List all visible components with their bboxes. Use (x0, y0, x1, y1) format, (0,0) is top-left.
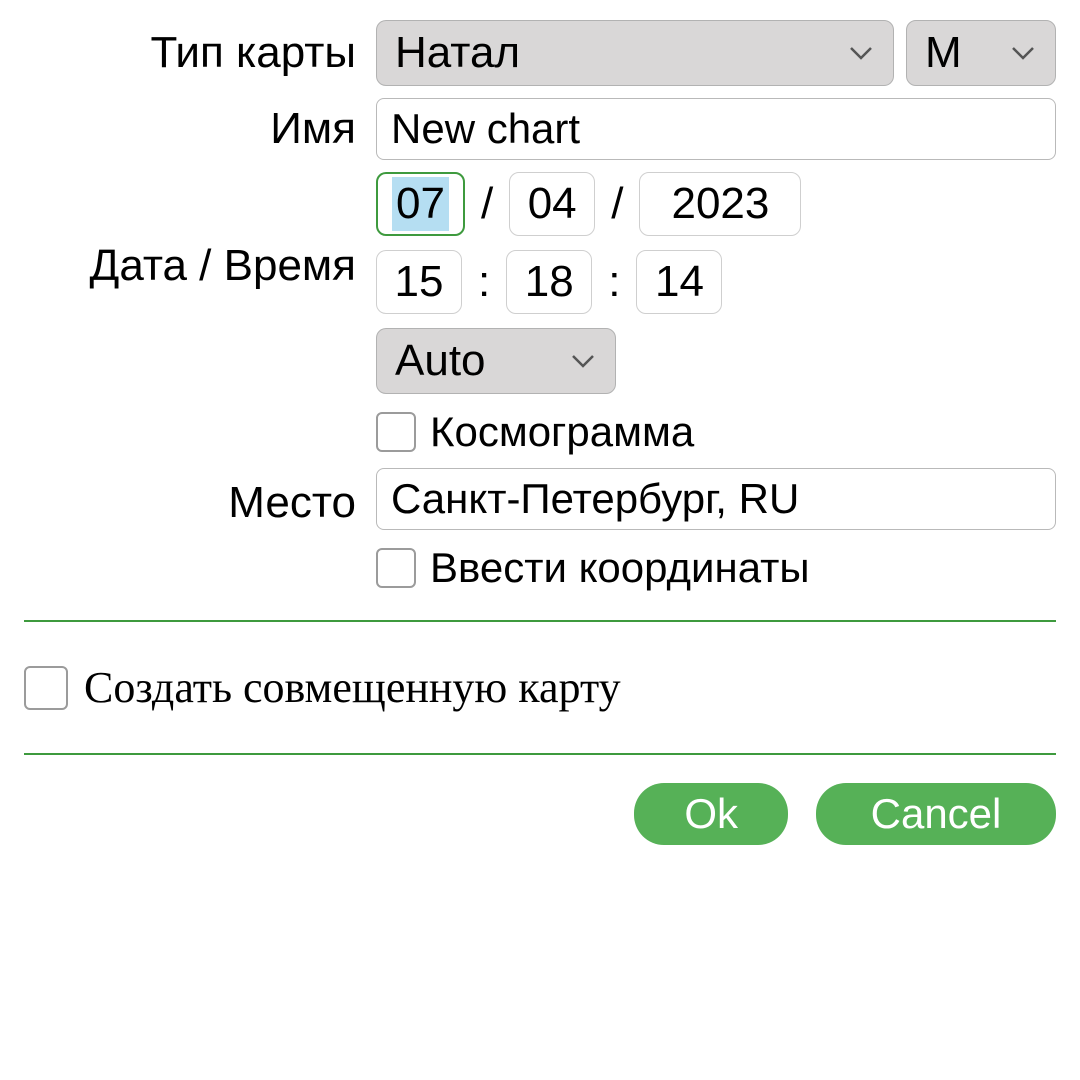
label-place: Место (24, 468, 364, 528)
combined-chart-label: Создать совмещенную карту (84, 662, 621, 713)
place-inputs: Ввести координаты (376, 468, 1056, 592)
chevron-down-icon (1009, 39, 1037, 67)
timezone-select[interactable]: Auto (376, 328, 616, 394)
place-input[interactable] (376, 468, 1056, 530)
time-sep: : (474, 257, 494, 307)
minute-input[interactable]: 18 (506, 250, 592, 314)
cancel-button[interactable]: Cancel (816, 783, 1056, 845)
gender-select[interactable]: М (906, 20, 1056, 86)
chart-type-value: Натал (395, 28, 520, 78)
date-row: 07 / 04 / 2023 (376, 172, 1056, 236)
cosmogram-row: Космограмма (376, 408, 1056, 456)
hour-value: 15 (395, 257, 444, 307)
name-input-col (376, 98, 1056, 160)
gender-value: М (925, 28, 962, 78)
divider (24, 620, 1056, 622)
label-date-time: Дата / Время (24, 172, 364, 293)
coords-checkbox[interactable] (376, 548, 416, 588)
ok-button[interactable]: Ok (634, 783, 788, 845)
month-input[interactable]: 04 (509, 172, 595, 236)
combined-chart-row: Создать совмещенную карту (24, 650, 1056, 725)
date-sep: / (607, 179, 627, 229)
cosmogram-label: Космограмма (430, 408, 694, 456)
divider (24, 753, 1056, 755)
time-sep: : (604, 257, 624, 307)
tz-row: Auto (376, 328, 1056, 394)
hour-input[interactable]: 15 (376, 250, 462, 314)
cosmogram-checkbox[interactable] (376, 412, 416, 452)
chevron-down-icon (569, 347, 597, 375)
year-input[interactable]: 2023 (639, 172, 801, 236)
chevron-down-icon (847, 39, 875, 67)
second-input[interactable]: 14 (636, 250, 722, 314)
row-place: Место Ввести координаты (24, 468, 1056, 592)
minute-value: 18 (525, 257, 574, 307)
day-input[interactable]: 07 (376, 172, 465, 236)
year-value: 2023 (671, 179, 769, 229)
date-time-inputs: 07 / 04 / 2023 15 : 18 : 14 (376, 172, 1056, 456)
chart-type-select[interactable]: Натал (376, 20, 894, 86)
coords-label: Ввести координаты (430, 544, 810, 592)
combined-chart-checkbox[interactable] (24, 666, 68, 710)
button-row: Ok Cancel (24, 783, 1056, 845)
day-value: 07 (392, 177, 449, 231)
chart-type-hrow: Натал М (376, 20, 1056, 86)
second-value: 14 (655, 257, 704, 307)
date-sep: / (477, 179, 497, 229)
label-chart-type: Тип карты (24, 28, 364, 78)
timezone-value: Auto (395, 336, 486, 386)
name-input[interactable] (376, 98, 1056, 160)
label-name: Имя (24, 104, 364, 154)
row-chart-type: Тип карты Натал М (24, 20, 1056, 86)
time-row: 15 : 18 : 14 (376, 250, 1056, 314)
chart-type-inputs: Натал М (376, 20, 1056, 86)
row-name: Имя (24, 98, 1056, 160)
month-value: 04 (528, 179, 577, 229)
coords-row: Ввести координаты (376, 544, 1056, 592)
row-date-time: Дата / Время 07 / 04 / 2023 15 : 18 : (24, 172, 1056, 456)
